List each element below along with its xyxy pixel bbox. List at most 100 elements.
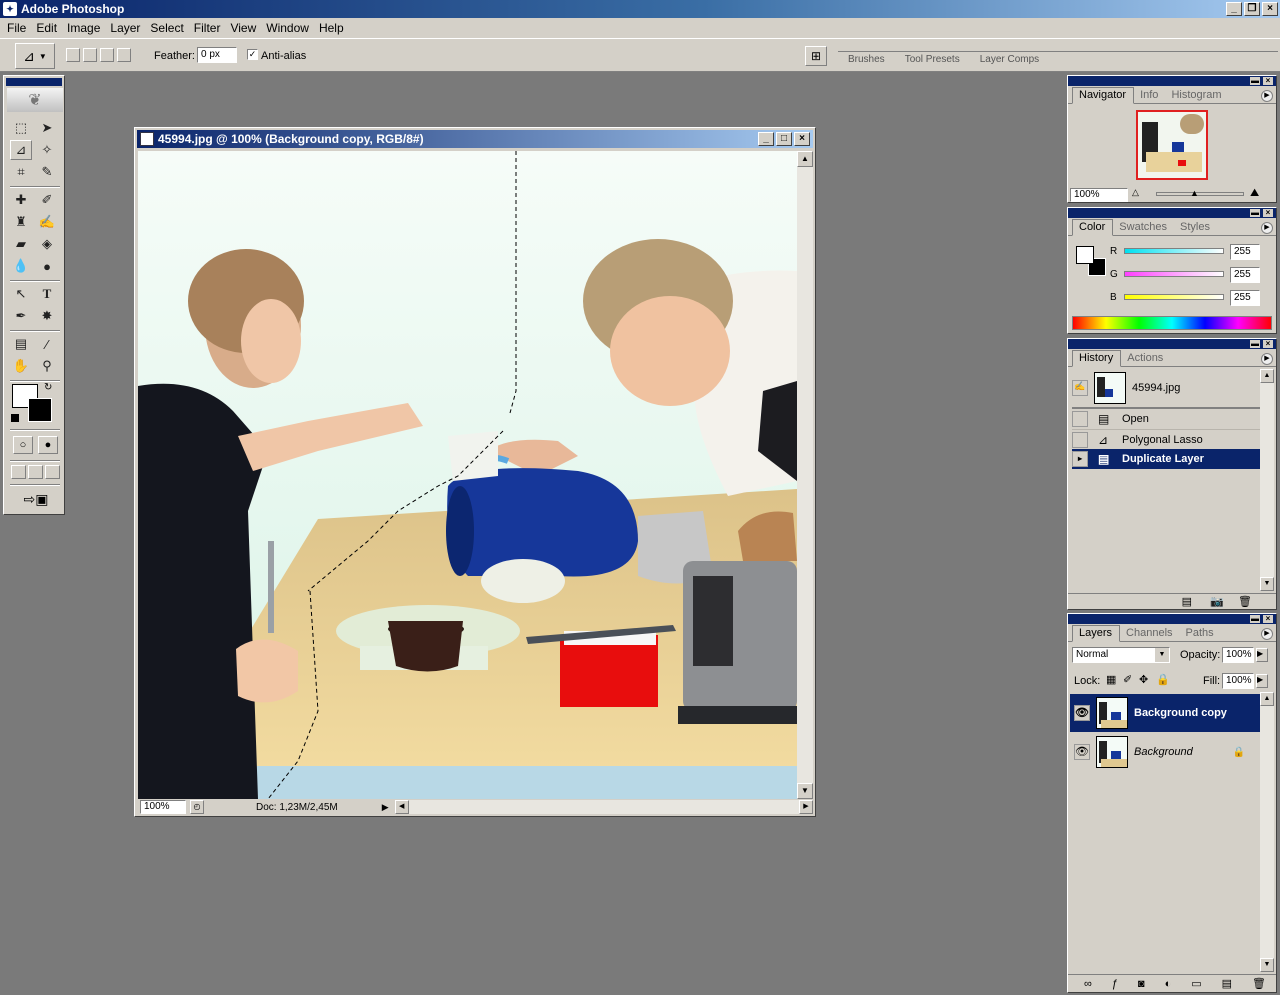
zoom-in-icon[interactable]: ⛰ — [1250, 187, 1259, 200]
doc-minimize-button[interactable]: _ — [758, 132, 774, 146]
menu-file[interactable]: File — [2, 21, 31, 35]
navigator-menu-icon[interactable]: ▶ — [1261, 90, 1273, 102]
delete-layer-icon[interactable]: 🗑 — [1252, 977, 1266, 990]
close-button[interactable]: × — [1262, 2, 1278, 16]
channel-b-slider[interactable] — [1124, 294, 1224, 300]
channel-r-value[interactable]: 255 — [1230, 244, 1260, 260]
well-tab-tool-presets[interactable]: Tool Presets — [895, 52, 970, 67]
custom-shape-icon[interactable]: ✸ — [36, 306, 58, 326]
history-item-open[interactable]: ▤ Open — [1072, 409, 1260, 429]
type-tool-icon[interactable]: T — [36, 284, 58, 304]
color-fg-swatch[interactable] — [1076, 246, 1094, 264]
document-title-bar[interactable]: 45994.jpg @ 100% (Background copy, RGB/8… — [137, 130, 813, 148]
opacity-input[interactable]: 100% — [1222, 647, 1254, 663]
fill-arrow-icon[interactable]: ▶ — [1256, 674, 1268, 688]
well-tab-layer-comps[interactable]: Layer Comps — [970, 52, 1049, 67]
menu-view[interactable]: View — [225, 21, 261, 35]
status-menu-arrow-icon[interactable]: ▶ — [382, 802, 389, 813]
navigator-thumbnail[interactable] — [1136, 110, 1208, 180]
tab-paths[interactable]: Paths — [1180, 626, 1221, 641]
notes-tool-icon[interactable]: ▤ — [10, 334, 32, 354]
history-brush-icon[interactable]: ✍ — [36, 212, 58, 232]
tab-color[interactable]: Color — [1072, 219, 1114, 236]
navigator-zoom-field[interactable]: 100% — [1070, 188, 1128, 202]
doc-maximize-button[interactable]: □ — [776, 132, 792, 146]
layers-scroll-down[interactable]: ▼ — [1260, 958, 1274, 972]
marquee-tool-icon[interactable]: ⬚ — [10, 118, 32, 138]
slice-tool-icon[interactable]: ✎ — [36, 162, 58, 182]
subtract-from-selection-icon[interactable] — [100, 48, 114, 62]
layer-row-background[interactable]: 👁 Background 🔒 — [1070, 733, 1261, 771]
channel-g-slider[interactable] — [1124, 271, 1224, 277]
lasso-tool-icon[interactable]: ⊿ — [10, 140, 32, 160]
color-ramp[interactable] — [1072, 316, 1272, 330]
default-colors-icon[interactable] — [11, 414, 19, 422]
history-brush-source-icon[interactable]: ✍ — [1072, 380, 1088, 396]
menu-help[interactable]: Help — [314, 21, 349, 35]
blur-tool-icon[interactable]: 💧 — [10, 256, 32, 276]
eye-icon[interactable]: 👁 — [1074, 744, 1090, 760]
channel-r-slider[interactable] — [1124, 248, 1224, 254]
channel-g-value[interactable]: 255 — [1230, 267, 1260, 283]
layers-menu-icon[interactable]: ▶ — [1261, 628, 1273, 640]
lock-image-icon[interactable]: ✐ — [1123, 673, 1132, 686]
menu-image[interactable]: Image — [62, 21, 105, 35]
zoom-slider[interactable] — [1156, 192, 1244, 196]
link-layers-icon[interactable]: ∞ — [1084, 978, 1092, 990]
palette-well-toggle-icon[interactable]: ⊞ — [805, 46, 827, 66]
layers-scrollbar[interactable]: ▲ ▼ — [1260, 692, 1274, 972]
new-document-from-state-icon[interactable]: ▤ — [1182, 595, 1192, 608]
tab-actions[interactable]: Actions — [1121, 351, 1170, 366]
quick-mask-icon[interactable]: ● — [38, 436, 58, 454]
layer-mask-icon[interactable]: ◙ — [1138, 978, 1145, 990]
lock-transparency-icon[interactable]: ▦ — [1106, 673, 1116, 686]
layer-style-icon[interactable]: ƒ — [1112, 978, 1118, 990]
tab-swatches[interactable]: Swatches — [1113, 220, 1174, 235]
dodge-tool-icon[interactable]: ● — [36, 256, 58, 276]
tab-navigator[interactable]: Navigator — [1072, 87, 1135, 104]
scroll-left-arrow[interactable]: ◀ — [394, 800, 409, 814]
jump-to-imageready-icon[interactable]: ⇨▣ — [12, 489, 60, 509]
menu-edit[interactable]: Edit — [31, 21, 62, 35]
healing-brush-icon[interactable]: ✚ — [10, 190, 32, 210]
move-tool-icon[interactable]: ➤ — [36, 118, 58, 138]
background-color-swatch[interactable] — [28, 398, 52, 422]
tab-channels[interactable]: Channels — [1120, 626, 1179, 641]
zoom-field[interactable]: 100% — [140, 800, 186, 814]
new-snapshot-icon[interactable]: 📷 — [1210, 595, 1224, 608]
doc-close-button[interactable]: × — [794, 132, 810, 146]
full-screen-icon[interactable] — [45, 465, 60, 479]
antialias-checkbox[interactable]: ✓ — [247, 49, 258, 60]
horizontal-scrollbar[interactable]: ◀ ▶ — [394, 800, 813, 814]
zoom-out-icon[interactable]: △ — [1132, 187, 1139, 198]
layers-scroll-up[interactable]: ▲ — [1260, 692, 1274, 706]
vertical-scrollbar[interactable]: ▲ ▼ — [797, 151, 813, 799]
status-options-icon[interactable]: ◴ — [190, 800, 204, 814]
layer-row-background-copy[interactable]: 👁 Background copy — [1070, 694, 1261, 732]
adjustment-layer-icon[interactable]: ◐ — [1165, 978, 1172, 990]
new-layer-icon[interactable]: ▤ — [1222, 977, 1232, 990]
menu-filter[interactable]: Filter — [189, 21, 226, 35]
history-item-polygonal-lasso[interactable]: ⊿ Polygonal Lasso — [1072, 429, 1260, 449]
history-snapshot[interactable]: ✍ 45994.jpg — [1072, 371, 1260, 405]
well-tab-brushes[interactable]: Brushes — [838, 52, 895, 67]
tab-history[interactable]: History — [1072, 350, 1122, 367]
fill-input[interactable]: 100% — [1222, 673, 1254, 689]
color-menu-icon[interactable]: ▶ — [1261, 222, 1273, 234]
blend-mode-select[interactable]: Normal ▼ — [1072, 647, 1170, 663]
scroll-down-arrow[interactable]: ▼ — [797, 783, 813, 799]
history-scroll-down[interactable]: ▼ — [1260, 577, 1274, 591]
new-selection-icon[interactable] — [66, 48, 80, 62]
scroll-right-arrow[interactable]: ▶ — [799, 800, 813, 814]
toolbox-header[interactable] — [6, 78, 62, 86]
tab-layers[interactable]: Layers — [1072, 625, 1121, 642]
brush-tool-icon[interactable]: ✐ — [36, 190, 58, 210]
path-selection-icon[interactable]: ↖ — [10, 284, 32, 304]
history-scrollbar[interactable]: ▲ ▼ — [1260, 369, 1274, 591]
opacity-arrow-icon[interactable]: ▶ — [1256, 648, 1268, 662]
intersect-selection-icon[interactable] — [117, 48, 131, 62]
history-menu-icon[interactable]: ▶ — [1261, 353, 1273, 365]
restore-button[interactable]: ❐ — [1244, 2, 1260, 16]
zoom-slider-thumb[interactable]: ▲ — [1190, 188, 1199, 198]
lock-all-icon[interactable]: 🔒 — [1156, 673, 1170, 686]
